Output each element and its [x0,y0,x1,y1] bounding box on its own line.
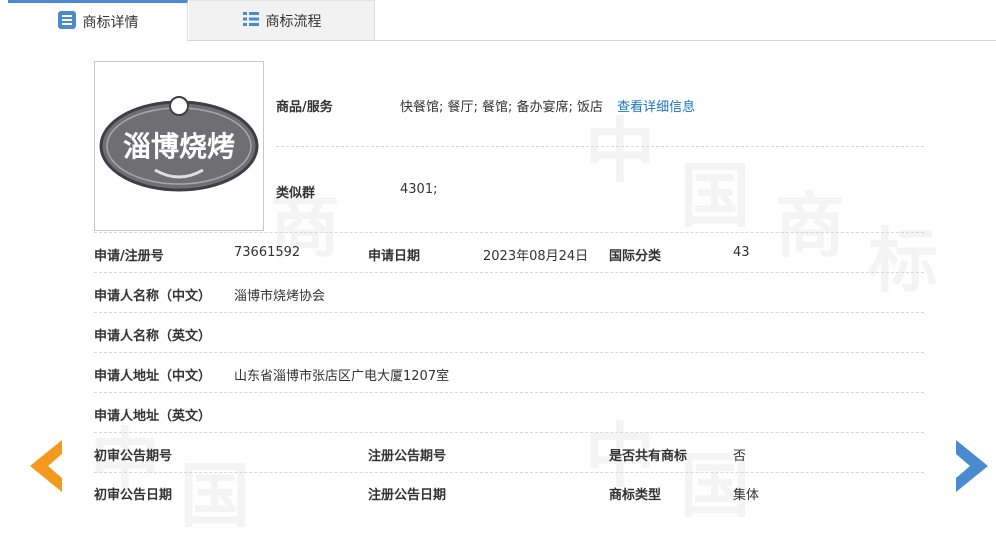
similar-group-value: 4301; [400,182,438,197]
address-cn-label: 申请人地址（中文） [94,369,212,384]
tab-label: 商标详情 [82,15,139,31]
list-detail-icon [57,10,77,34]
chevron-right-icon [956,440,988,492]
divider [94,432,924,433]
tm-type-label: 商标类型 [609,488,662,503]
chevron-left-icon [30,440,62,492]
reg-pub-date-label: 注册公告日期 [368,488,447,503]
tm-type-value: 集体 [733,488,760,503]
shared-value: 否 [733,449,747,464]
divider [94,232,924,233]
apply-date-label: 申请日期 [368,249,421,264]
similar-group-label: 类似群 [276,186,316,201]
prelim-no-label: 初审公告期号 [94,449,173,464]
divider [94,272,924,273]
watermark-char: 标 [868,205,938,306]
prev-arrow-button[interactable] [26,438,66,494]
prelim-date-label: 初审公告日期 [94,488,173,503]
divider [94,352,924,353]
tab-trademark-process[interactable]: 商标流程 [189,0,375,40]
logo-text: 淄博烧烤 [123,130,235,163]
divider [94,312,924,313]
divider [94,472,924,473]
watermark-char: 商 [775,170,845,271]
reg-pub-no-label: 注册公告期号 [368,449,447,464]
goods-value-row: 快餐馆; 餐厅; 餐馆; 备办宴席; 饭店 查看详细信息 [400,96,695,115]
applicant-cn-value: 淄博市烧烤协会 [234,289,326,304]
next-arrow-button[interactable] [952,438,992,494]
tab-bar: 商标详情 商标流程 [8,0,996,41]
apply-date-value: 2023年08月24日 [483,249,589,264]
reg-no-value: 73661592 [234,245,301,260]
tab-label: 商标流程 [265,13,322,30]
divider [276,146,924,147]
applicant-cn-label: 申请人名称（中文） [94,289,212,304]
applicant-en-label: 申请人名称（英文） [94,329,212,344]
shared-label: 是否共有商标 [609,449,688,464]
intl-class-value: 43 [733,245,750,260]
address-cn-value: 山东省淄博市张店区广电大厦1207室 [234,369,450,384]
list-bullets-icon [242,10,260,32]
view-details-link[interactable]: 查看详细信息 [617,100,695,115]
trademark-logo-image: 淄博烧烤 [99,96,259,192]
reg-no-label: 申请/注册号 [94,249,164,264]
address-en-label: 申请人地址（英文） [94,409,212,424]
intl-class-label: 国际分类 [609,249,662,264]
tab-trademark-details[interactable]: 商标详情 [8,0,188,41]
watermark-char: 国 [180,440,250,541]
trademark-logo[interactable]: 淄博烧烤 [94,61,264,231]
goods-label: 商品/服务 [276,100,333,115]
watermark-char: 国 [680,140,750,241]
divider [94,392,924,393]
goods-value: 快餐馆; 餐厅; 餐馆; 备办宴席; 饭店 [400,100,604,115]
